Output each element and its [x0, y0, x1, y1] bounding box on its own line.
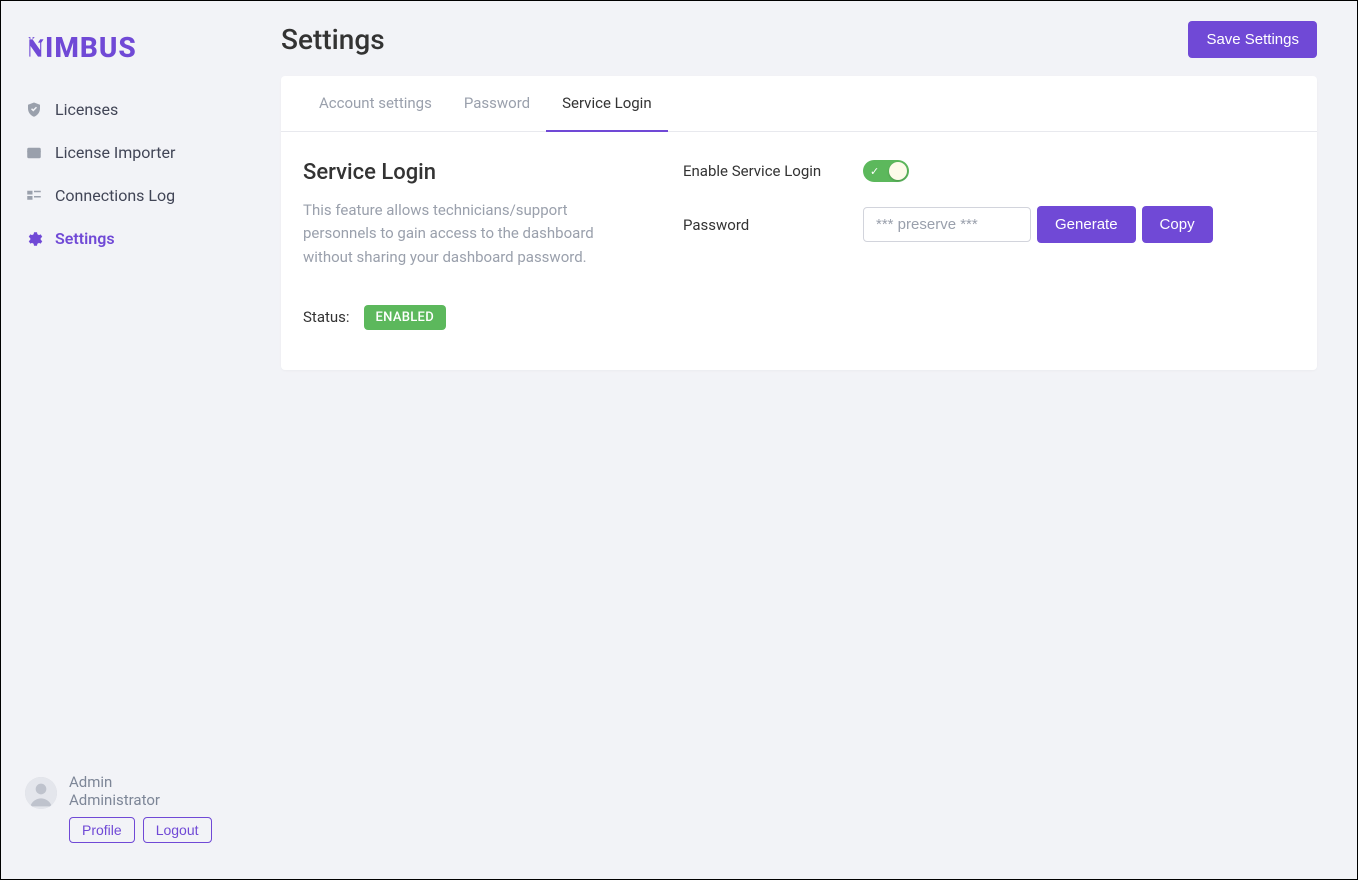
- page-header: Settings Save Settings: [281, 21, 1317, 58]
- sidebar-item-label: Settings: [55, 229, 115, 248]
- service-login-form: Enable Service Login ✓ Password Gen: [683, 160, 1295, 330]
- main-content: Settings Save Settings Account settings …: [241, 1, 1357, 879]
- avatar: [25, 777, 57, 809]
- enable-service-login-label: Enable Service Login: [683, 162, 863, 180]
- logo-label: IMBUS: [45, 31, 137, 64]
- logo-text: IMBUS: [25, 31, 217, 64]
- gear-icon: [25, 230, 43, 248]
- tab-account-settings[interactable]: Account settings: [303, 76, 448, 132]
- password-label: Password: [683, 216, 863, 234]
- user-meta: Admin Administrator Profile Logout: [69, 773, 212, 843]
- shield-icon: [25, 101, 43, 119]
- sidebar-item-label: License Importer: [55, 143, 175, 162]
- tabs: Account settings Password Service Login: [281, 76, 1317, 132]
- sidebar-item-licenses[interactable]: Licenses: [9, 88, 233, 131]
- sidebar-footer: Admin Administrator Profile Logout: [1, 757, 241, 859]
- tab-password[interactable]: Password: [448, 76, 546, 132]
- sidebar-item-label: Licenses: [55, 100, 118, 119]
- section-title: Service Login: [303, 160, 623, 185]
- nav-list: Licenses License Importer Connections Lo…: [1, 88, 241, 260]
- list-icon: [25, 187, 43, 205]
- generate-button[interactable]: Generate: [1037, 206, 1136, 243]
- sidebar-item-connections-log[interactable]: Connections Log: [9, 174, 233, 217]
- tab-service-login[interactable]: Service Login: [546, 76, 668, 132]
- sidebar-item-license-importer[interactable]: License Importer: [9, 131, 233, 174]
- logo: IMBUS: [1, 21, 241, 88]
- copy-button[interactable]: Copy: [1142, 206, 1213, 243]
- page-title: Settings: [281, 23, 385, 56]
- card-body: Service Login This feature allows techni…: [281, 132, 1317, 370]
- sidebar-item-label: Connections Log: [55, 186, 175, 205]
- enable-service-login-toggle[interactable]: ✓: [863, 160, 909, 182]
- logout-button[interactable]: Logout: [143, 817, 212, 843]
- user-name: Admin: [69, 773, 212, 791]
- password-input[interactable]: [863, 207, 1031, 242]
- toggle-knob: [889, 162, 907, 180]
- service-login-info: Service Login This feature allows techni…: [303, 160, 623, 330]
- profile-button[interactable]: Profile: [69, 817, 135, 843]
- sidebar-item-settings[interactable]: Settings: [9, 217, 233, 260]
- user-role: Administrator: [69, 791, 212, 809]
- card-icon: [25, 144, 43, 162]
- sidebar: IMBUS Licenses License Importer Conn: [1, 1, 241, 879]
- status-badge: ENABLED: [364, 305, 446, 330]
- check-icon: ✓: [870, 165, 879, 178]
- status-label: Status:: [303, 308, 350, 326]
- settings-card: Account settings Password Service Login …: [281, 76, 1317, 370]
- section-description: This feature allows technicians/support …: [303, 199, 623, 269]
- save-settings-button[interactable]: Save Settings: [1188, 21, 1317, 58]
